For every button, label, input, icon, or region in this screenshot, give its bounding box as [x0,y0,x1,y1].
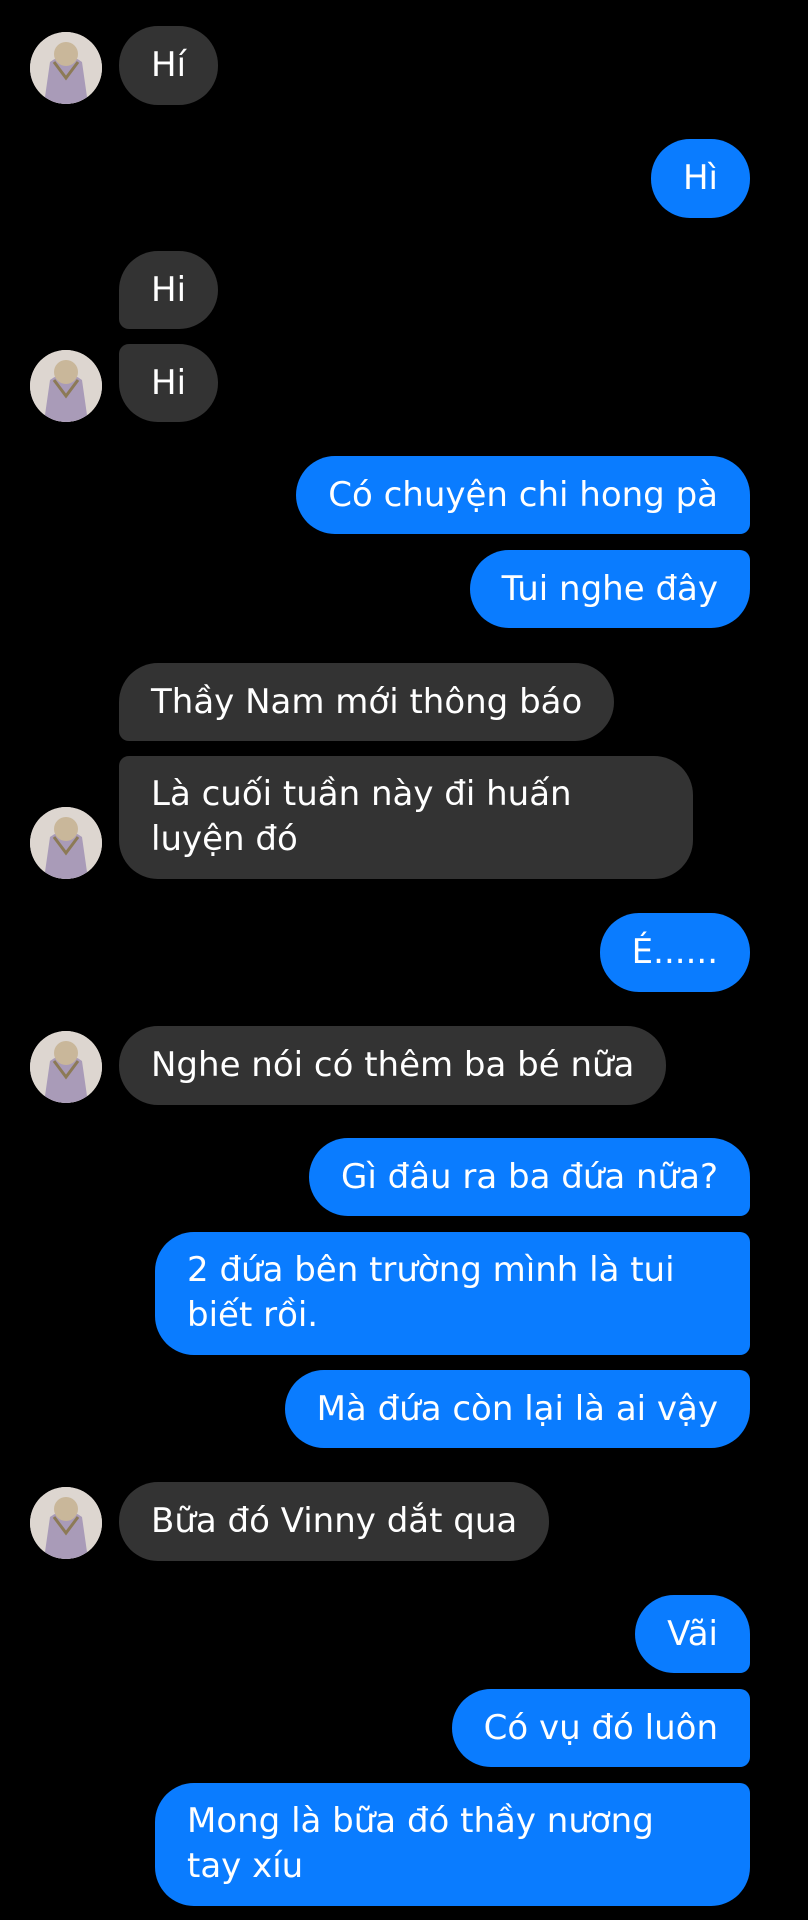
message-bubble-incoming[interactable]: Hi [119,251,219,329]
message-bubble-outgoing[interactable]: É...... [599,913,750,992]
message-bubble-outgoing[interactable]: Mong là bữa đó thầy nương tay xíu [155,1783,750,1906]
contact-avatar[interactable] [30,32,102,104]
message-bubble-incoming[interactable]: Nghe nói có thêm ba bé nữa [119,1026,667,1105]
message-bubble-incoming[interactable]: Hí [119,26,219,105]
message-bubble-outgoing[interactable]: Có chuyện chi hong pà [296,456,750,534]
message-bubble-outgoing[interactable]: Hì [650,139,750,218]
contact-avatar[interactable] [30,1031,102,1103]
message-bubble-incoming[interactable]: Là cuối tuần này đi huấn luyện đó [119,756,693,879]
contact-avatar[interactable] [30,807,102,879]
message-bubble-outgoing[interactable]: Có vụ đó luôn [451,1689,750,1767]
message-bubble-outgoing[interactable]: 2 đứa bên trường mình là tui biết rồi. [155,1232,750,1355]
contact-avatar[interactable] [30,350,102,422]
message-bubble-incoming[interactable]: Bữa đó Vinny dắt qua [119,1482,550,1561]
message-bubble-outgoing[interactable]: Tui nghe đây [469,550,750,628]
message-bubble-outgoing[interactable]: Gì đâu ra ba đứa nữa? [309,1138,750,1216]
contact-avatar[interactable] [30,1487,102,1559]
message-bubble-incoming[interactable]: Hi [119,344,219,422]
message-bubble-incoming[interactable]: Thầy Nam mới thông báo [119,663,615,741]
message-bubble-outgoing[interactable]: Vãi [635,1595,750,1673]
message-bubble-outgoing[interactable]: Mà đứa còn lại là ai vậy [284,1370,750,1448]
